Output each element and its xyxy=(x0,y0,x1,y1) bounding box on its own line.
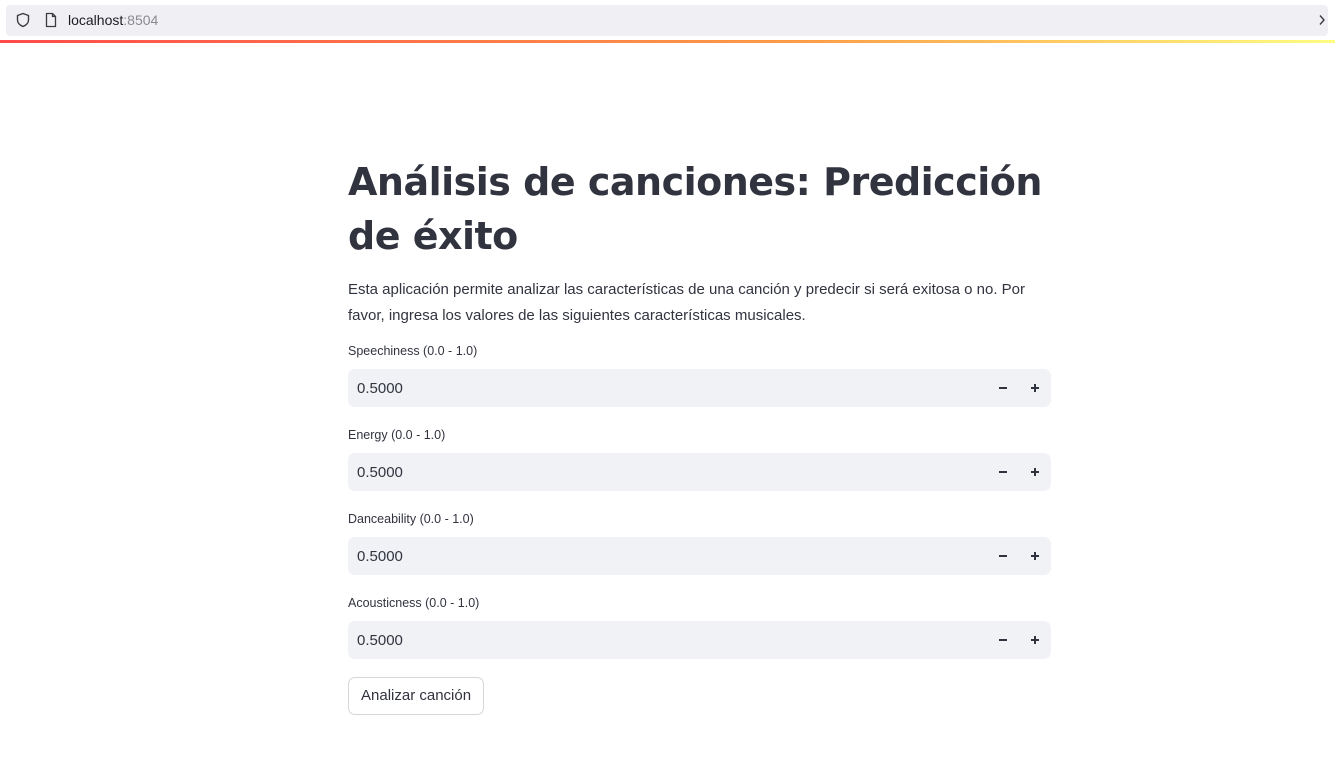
acousticness-increment-button[interactable] xyxy=(1019,621,1051,659)
acousticness-decrement-button[interactable] xyxy=(987,621,1019,659)
speechiness-increment-button[interactable] xyxy=(1019,369,1051,407)
plus-icon xyxy=(1031,468,1039,476)
intro-text: Esta aplicación permite analizar las car… xyxy=(348,281,1025,324)
danceability-decrement-button[interactable] xyxy=(987,537,1019,575)
address-bar[interactable]: localhost:8504 xyxy=(6,5,1328,36)
shield-icon[interactable] xyxy=(15,12,31,28)
page-icon xyxy=(45,12,57,28)
danceability-increment-button[interactable] xyxy=(1019,537,1051,575)
plus-icon xyxy=(1031,384,1039,392)
speechiness-label: Speechiness (0.0 - 1.0) xyxy=(348,344,478,358)
danceability-input[interactable] xyxy=(348,537,968,575)
speechiness-field: Speechiness (0.0 - 1.0) xyxy=(348,343,1051,407)
energy-number-input xyxy=(348,453,1051,491)
energy-increment-button[interactable] xyxy=(1019,453,1051,491)
energy-label: Energy (0.0 - 1.0) xyxy=(348,428,446,442)
url-host: localhost xyxy=(68,12,124,28)
energy-field: Energy (0.0 - 1.0) xyxy=(348,427,1051,491)
acousticness-number-input xyxy=(348,621,1051,659)
main-content: Análisis de canciones: Predicción de éxi… xyxy=(348,155,1051,715)
speechiness-decrement-button[interactable] xyxy=(987,369,1019,407)
energy-decrement-button[interactable] xyxy=(987,453,1019,491)
speechiness-number-input xyxy=(348,369,1051,407)
danceability-field: Danceability (0.0 - 1.0) xyxy=(348,511,1051,575)
acousticness-label: Acousticness (0.0 - 1.0) xyxy=(348,596,480,610)
acousticness-input[interactable] xyxy=(348,621,968,659)
url-port: :8504 xyxy=(123,12,159,28)
minus-icon xyxy=(999,471,1007,473)
analyze-song-button[interactable]: Analizar canción xyxy=(348,677,485,715)
page-title: Análisis de canciones: Predicción de éxi… xyxy=(348,160,1042,258)
browser-toolbar: localhost:8504 xyxy=(0,0,1335,40)
minus-icon xyxy=(999,555,1007,557)
minus-icon xyxy=(999,387,1007,389)
plus-icon xyxy=(1031,552,1039,560)
speechiness-input[interactable] xyxy=(348,369,968,407)
acousticness-field: Acousticness (0.0 - 1.0) xyxy=(348,595,1051,659)
energy-input[interactable] xyxy=(348,453,968,491)
chevron-right-icon[interactable] xyxy=(1318,14,1326,26)
header-decoration-bar xyxy=(0,40,1335,43)
url-text[interactable]: localhost:8504 xyxy=(68,12,158,29)
minus-icon xyxy=(999,639,1007,641)
danceability-label: Danceability (0.0 - 1.0) xyxy=(348,512,474,526)
danceability-number-input xyxy=(348,537,1051,575)
plus-icon xyxy=(1031,636,1039,644)
